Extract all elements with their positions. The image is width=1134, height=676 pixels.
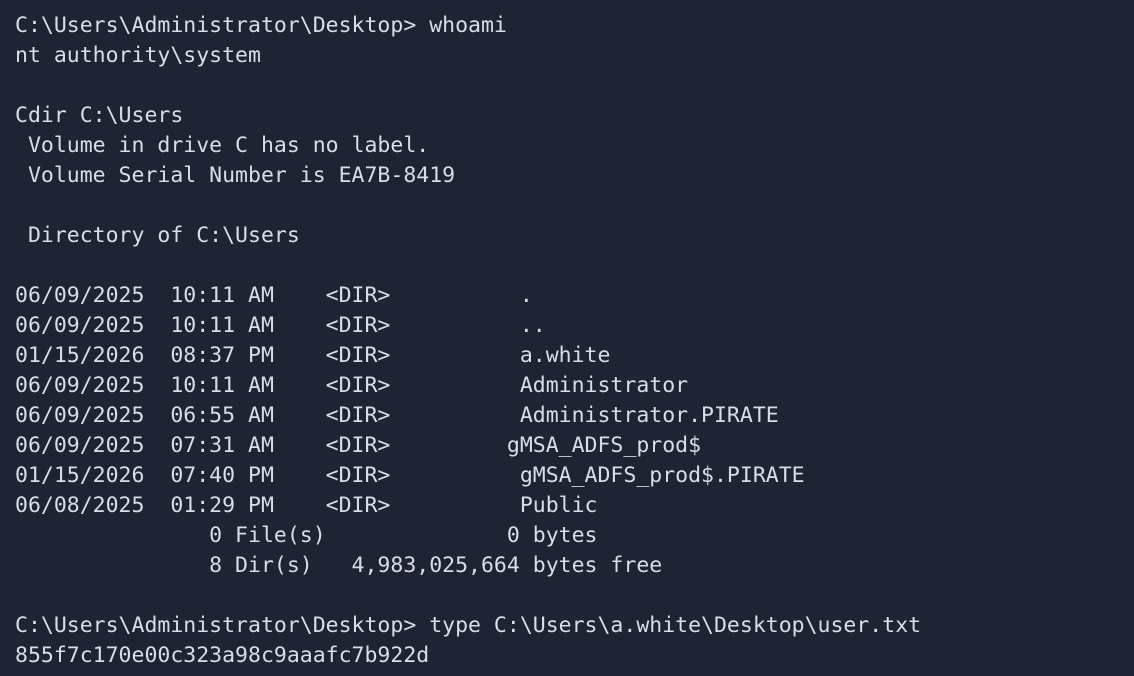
- dir-entry-row: 06/08/2025 01:29 PM <DIR> Public: [15, 493, 598, 518]
- terminal-line-prompt-type: C:\Users\Administrator\Desktop> type C:\…: [15, 613, 922, 638]
- terminal-line-flag-output: 855f7c170e00c323a98c9aaafc7b922d: [15, 643, 430, 668]
- terminal-line-prompt-whoami: C:\Users\Administrator\Desktop> whoami: [15, 13, 507, 38]
- dir-entry-row: 06/09/2025 10:11 AM <DIR> Administrator: [15, 373, 689, 398]
- terminal-line-volume-serial: Volume Serial Number is EA7B-8419: [15, 163, 456, 188]
- dir-entry-row: 06/09/2025 07:31 AM <DIR> gMSA_ADFS_prod…: [15, 433, 702, 458]
- dir-entry-row: 06/09/2025 10:11 AM <DIR> ..: [15, 313, 546, 338]
- dir-entry-row: 06/09/2025 10:11 AM <DIR> .: [15, 283, 533, 308]
- terminal-line-dir-command: Cdir C:\Users: [15, 103, 184, 128]
- dir-entry-row: 01/15/2026 07:40 PM <DIR> gMSA_ADFS_prod…: [15, 463, 805, 488]
- terminal-line-volume-label: Volume in drive C has no label.: [15, 133, 430, 158]
- dir-entry-row: 06/09/2025 06:55 AM <DIR> Administrator.…: [15, 403, 779, 428]
- dir-summary-dirs: 8 Dir(s) 4,983,025,664 bytes free: [15, 553, 663, 578]
- dir-entry-row: 01/15/2026 08:37 PM <DIR> a.white: [15, 343, 611, 368]
- dir-summary-files: 0 File(s) 0 bytes: [15, 523, 598, 548]
- terminal-line-directory-of: Directory of C:\Users: [15, 223, 300, 248]
- terminal-window[interactable]: C:\Users\Administrator\Desktop> whoami n…: [0, 0, 1134, 676]
- terminal-line-whoami-output: nt authority\system: [15, 43, 261, 68]
